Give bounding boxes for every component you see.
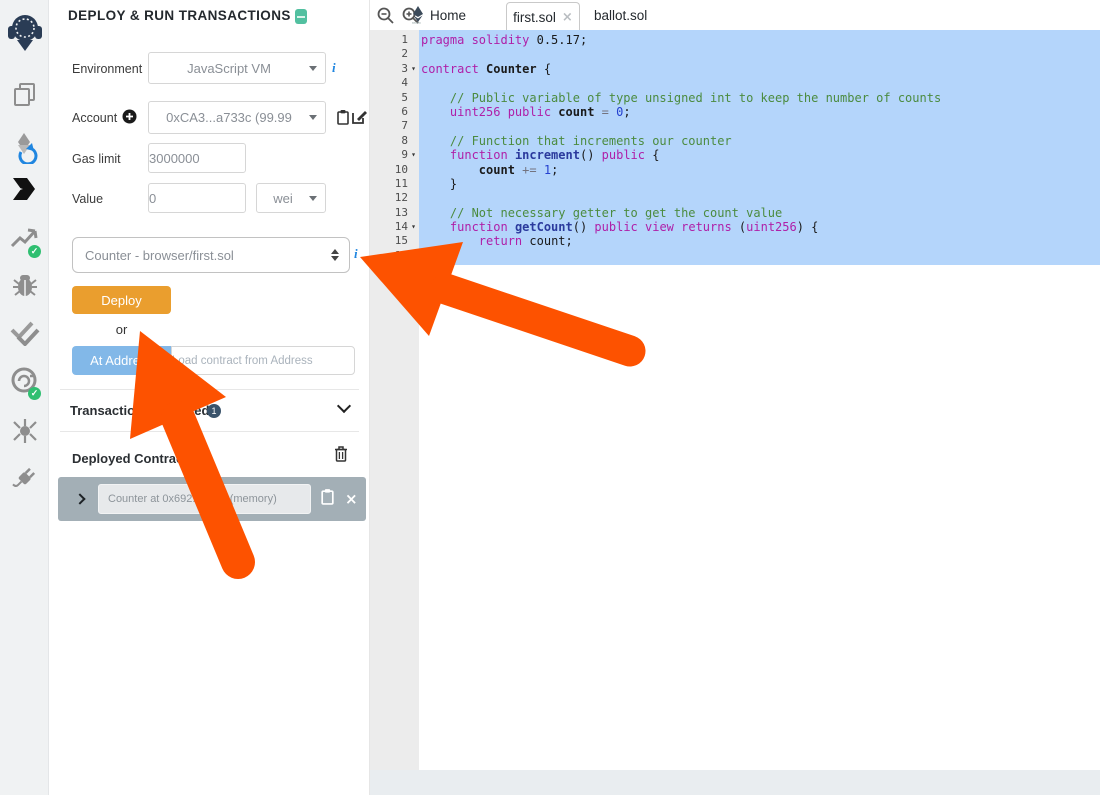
account-label: Account [72,111,117,125]
value-label: Value [72,192,103,206]
up-down-arrows-icon [331,249,339,261]
tab-ballot-sol-label: ballot.sol [594,8,647,23]
zoom-out-icon[interactable] [377,7,394,29]
fold-marker-icon[interactable]: ▾ [408,62,419,76]
account-select[interactable]: 0xCA3...a733c (99.99 [148,101,326,134]
or-label: or [72,322,171,337]
tab-home[interactable]: remix Home [412,0,466,30]
unit-testing-icon[interactable] [0,320,49,346]
environment-value: JavaScript VM [149,61,309,76]
contract-info-icon[interactable]: i [354,246,358,262]
terminal-resize-bar[interactable] [370,770,1100,795]
remix-home-icon: remix [412,6,424,24]
debugger-icon[interactable] [0,272,49,298]
remix-logo[interactable] [0,12,49,54]
deploy-button[interactable]: Deploy [72,286,171,314]
collapse-chevron-icon[interactable] [337,399,351,413]
copy-account-icon[interactable] [336,109,350,130]
contract-value: Counter - browser/first.sol [73,248,331,263]
chevron-down-icon [309,66,317,71]
fold-marker-icon[interactable]: ▾ [408,220,419,234]
contract-select[interactable]: Counter - browser/first.sol [72,237,350,273]
gas-limit-input[interactable] [148,143,246,173]
environment-label: Environment [72,62,142,76]
analysis-icon[interactable]: ✓ [0,226,49,254]
file-explorer-icon[interactable] [0,82,49,108]
value-input[interactable] [148,183,246,213]
remove-contract-icon[interactable]: × [345,490,358,508]
divider [60,431,359,432]
tab-ballot-sol[interactable]: ballot.sol [594,0,647,30]
transactions-count-badge: 1 [207,404,221,418]
editor-area: remix Home first.sol × ballot.sol 123▾45… [370,0,1100,795]
edit-account-icon[interactable] [352,109,367,129]
tab-home-label: Home [430,8,466,23]
check-badge: ✓ [28,387,41,400]
deploy-run-panel: DEPLOY & RUN TRANSACTIONS Environment Ja… [49,0,370,795]
deployed-contract-card: Counter at 0x692...77bA (memory) × [58,477,366,521]
check-badge: ✓ [28,245,41,258]
copy-address-icon[interactable] [320,488,335,510]
documentation-book-icon[interactable] [295,9,307,24]
at-address-input[interactable] [171,346,355,375]
plugin-manager-icon[interactable] [0,464,49,492]
divider [60,389,359,390]
clear-deployed-trash-icon[interactable] [334,446,348,467]
gas-limit-label: Gas limit [72,152,121,166]
add-account-icon[interactable] [122,109,137,129]
code-lines[interactable]: pragma solidity 0.5.17; contract Counter… [419,30,1100,265]
environment-info-icon[interactable]: i [332,60,336,76]
svg-text:remix: remix [412,21,421,24]
panel-title: DEPLOY & RUN TRANSACTIONS [68,8,291,23]
account-value: 0xCA3...a733c (99.99 [149,110,309,125]
transactions-recorded-label: Transactions recorded: [70,403,214,418]
at-address-button[interactable]: At Address [72,346,171,375]
plugin-icon-bar: ✓ ✓ [0,0,49,795]
close-tab-icon[interactable]: × [562,10,573,25]
deployed-contract-item[interactable]: Counter at 0x692...77bA (memory) [98,484,311,514]
deployed-contracts-title: Deployed Contracts [72,451,195,466]
deploy-and-run-icon[interactable] [0,176,49,202]
fold-marker-icon[interactable]: ▾ [408,148,419,162]
gutter-lines: 123▾456789▾1011121314▾1516 [370,30,419,770]
expand-chevron-icon[interactable] [74,493,85,504]
editor-tab-bar: remix Home first.sol × ballot.sol [370,0,1100,30]
etherscan-spider-icon[interactable] [0,418,49,444]
chevron-down-icon [309,115,317,120]
environment-select[interactable]: JavaScript VM [148,52,326,84]
chevron-down-icon [309,196,317,201]
value-unit: wei [257,191,309,206]
value-unit-select[interactable]: wei [256,183,326,213]
gas-profiler-icon[interactable]: ✓ [0,366,49,396]
tab-first-sol[interactable]: first.sol × [506,2,580,31]
tab-first-sol-label: first.sol [513,10,556,25]
solidity-compiler-icon[interactable] [0,132,49,164]
